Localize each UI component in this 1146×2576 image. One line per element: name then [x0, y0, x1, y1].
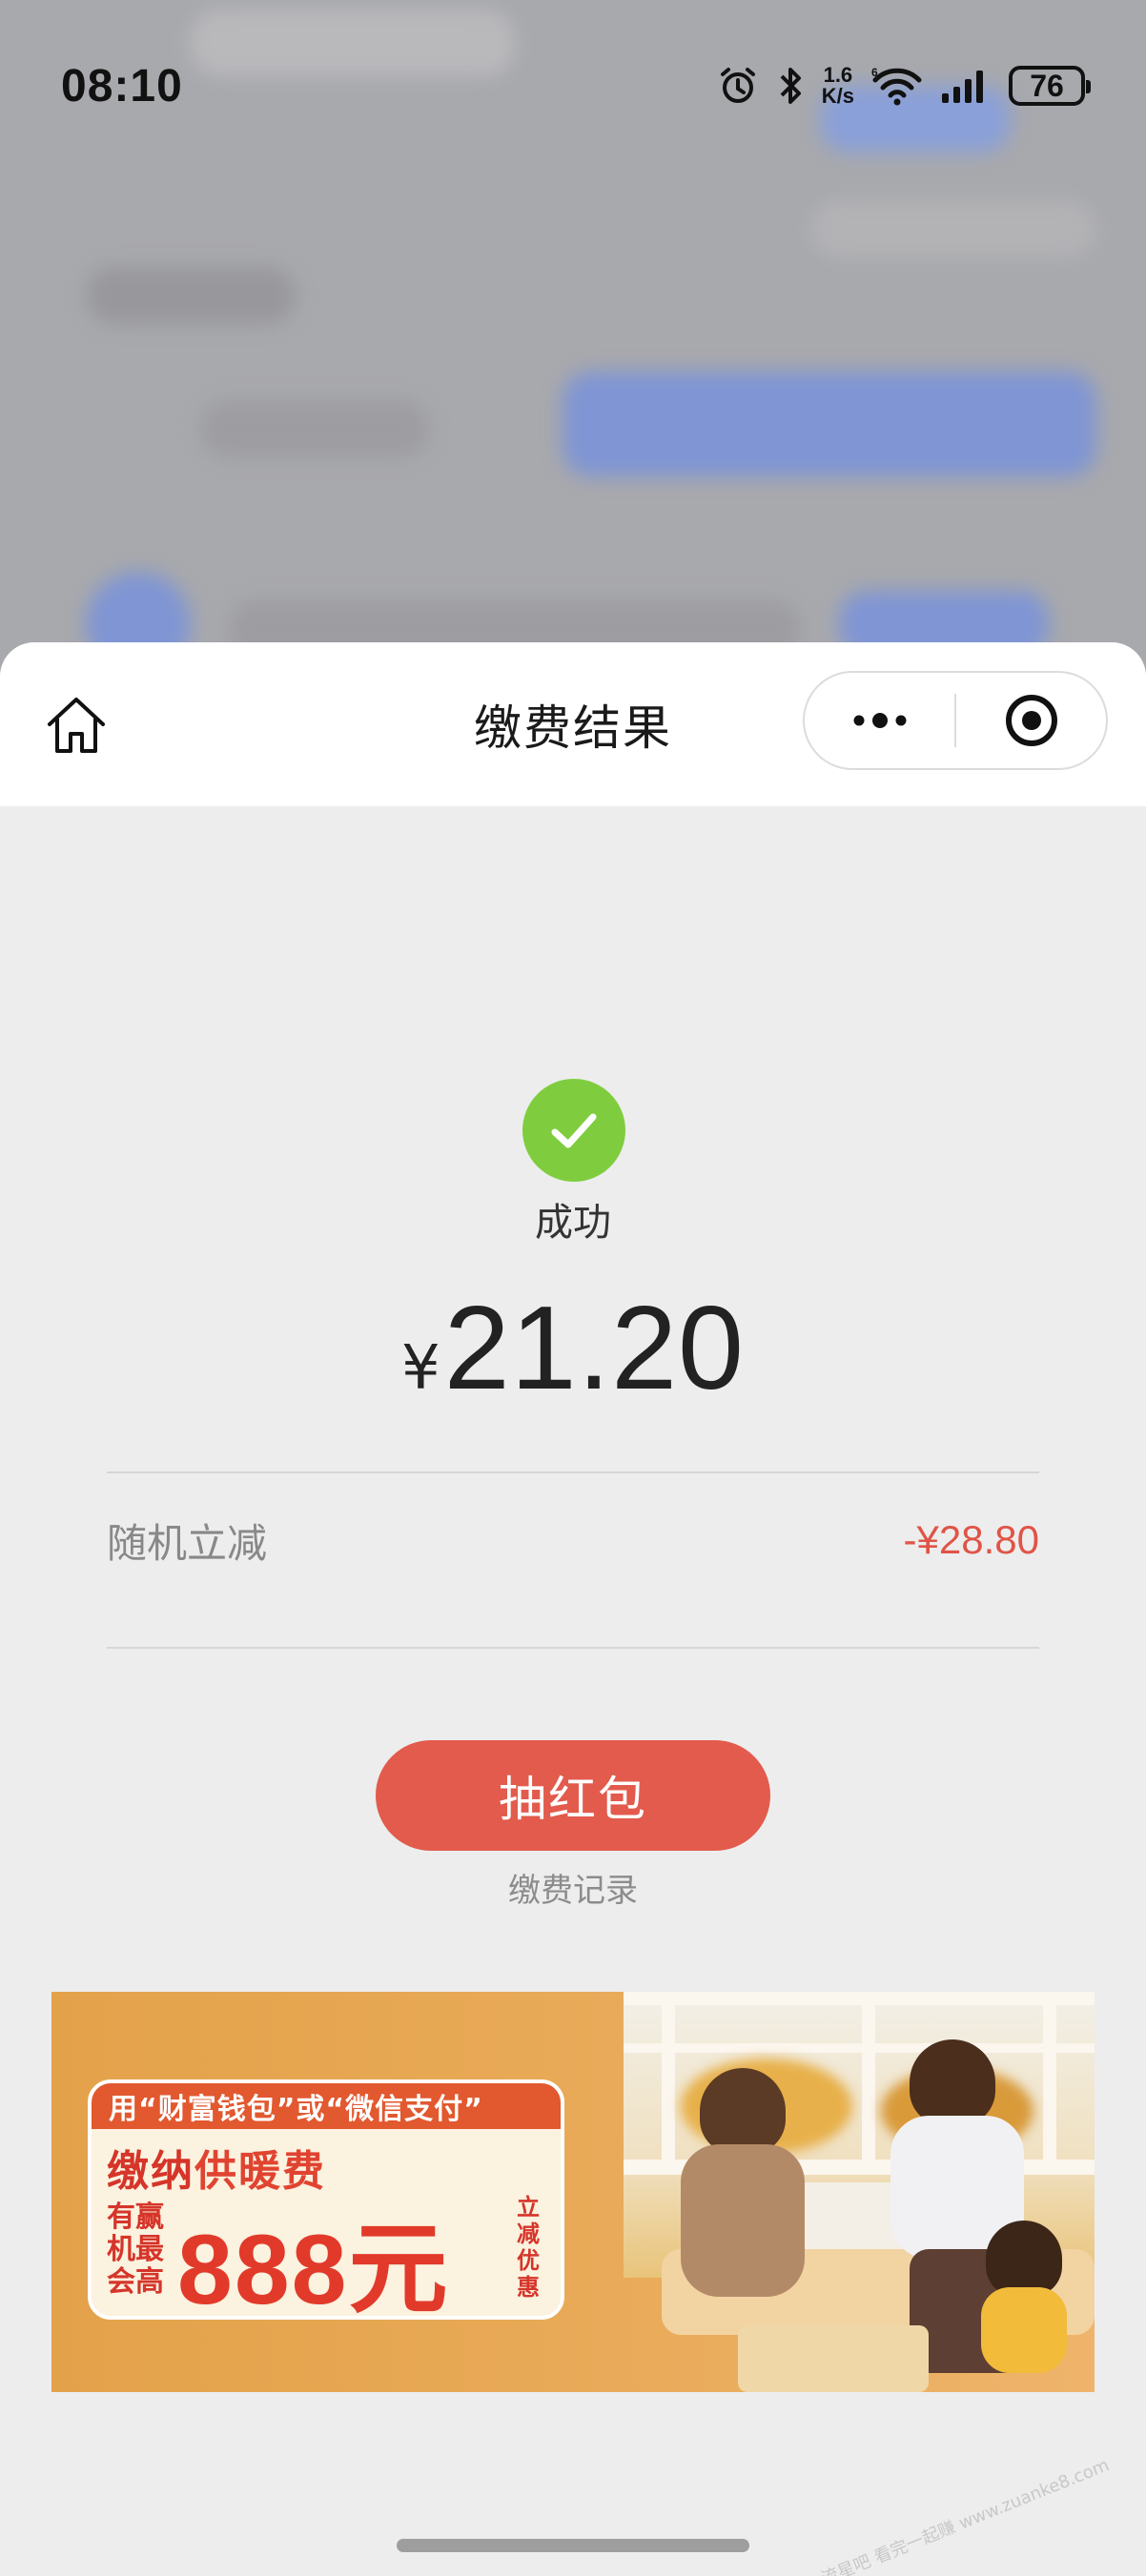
status-text: 成功 [535, 1201, 611, 1245]
mother-body-illustration [681, 2144, 805, 2297]
coffee-table-illustration [738, 2325, 929, 2392]
nav-bar: 缴费结果 [0, 642, 1146, 806]
more-button[interactable] [805, 673, 954, 768]
net-speed: 1.6 K/s [822, 65, 854, 107]
svg-text:6: 6 [871, 66, 878, 79]
currency-symbol: ¥ [400, 1333, 440, 1404]
draw-red-packet-button[interactable]: 抽红包 [376, 1740, 770, 1851]
status-time: 08:10 [61, 60, 183, 112]
page-title: 缴费结果 [474, 700, 672, 756]
payment-records-link[interactable]: 缴费记录 [0, 1864, 1146, 1911]
divider-top [107, 1471, 1039, 1473]
father-head-illustration [910, 2039, 995, 2125]
status-bar: 08:10 1.6 K/s 6 76 [0, 0, 1146, 172]
discount-label: 随机立减 [107, 1519, 268, 1567]
success-check-icon [522, 1079, 625, 1182]
mini-program-capsule [803, 671, 1108, 770]
screen: 08:10 1.6 K/s 6 76 缴费结果 成功 ¥21.20 随机立减 -… [0, 0, 1146, 2576]
mother-head-illustration [700, 2068, 786, 2154]
amount-value: 21.20 [443, 1283, 746, 1414]
child-body-illustration [981, 2287, 1067, 2373]
heating-fee-promo-banner[interactable]: 用“财富钱包”或“微信支付” 缴纳供暖费 有赢机最会高 888元 立减优惠 [51, 1992, 1095, 2392]
payment-result-sheet: 缴费结果 成功 ¥21.20 随机立减 -¥28.80 抽红包 缴费记录 用“财… [0, 642, 1146, 2576]
discount-value: -¥28.80 [903, 1517, 1039, 1562]
discount-row: 随机立减 -¥28.80 [107, 1511, 1039, 1569]
status-icons: 1.6 K/s 6 76 [717, 65, 1091, 107]
promo-side-text: 有赢机最会高 [107, 2201, 164, 2299]
home-icon [48, 698, 105, 753]
signal-icon [940, 67, 992, 105]
promo-card: 用“财富钱包”或“微信支付” 缴纳供暖费 有赢机最会高 888元 立减优惠 [88, 2079, 564, 2325]
home-button[interactable] [42, 692, 111, 761]
blurred-background-page: 08:10 1.6 K/s 6 76 [0, 0, 1146, 686]
home-indicator[interactable] [397, 2539, 749, 2552]
promo-big-amount: 888元 [177, 2215, 450, 2325]
more-icon [853, 713, 906, 728]
close-target-icon [1005, 695, 1057, 746]
promo-top-line: 用“财富钱包”或“微信支付” [92, 2083, 561, 2129]
divider-bottom [107, 1647, 1039, 1649]
promo-vertical-text: 立减优惠 [517, 2194, 540, 2301]
watermark: 流星吧 看完一起赚 www.zuanke8.com [818, 2455, 1112, 2576]
close-button[interactable] [956, 673, 1106, 768]
net-speed-unit: K/s [821, 84, 854, 108]
alarm-icon [717, 65, 759, 107]
bluetooth-icon [776, 65, 805, 107]
wifi-6-icon: 6 [871, 65, 923, 107]
battery-icon: 76 [1009, 66, 1091, 106]
child-head-illustration [986, 2221, 1062, 2297]
amount: ¥21.20 [0, 1281, 1146, 1416]
battery-level: 76 [1030, 68, 1064, 103]
